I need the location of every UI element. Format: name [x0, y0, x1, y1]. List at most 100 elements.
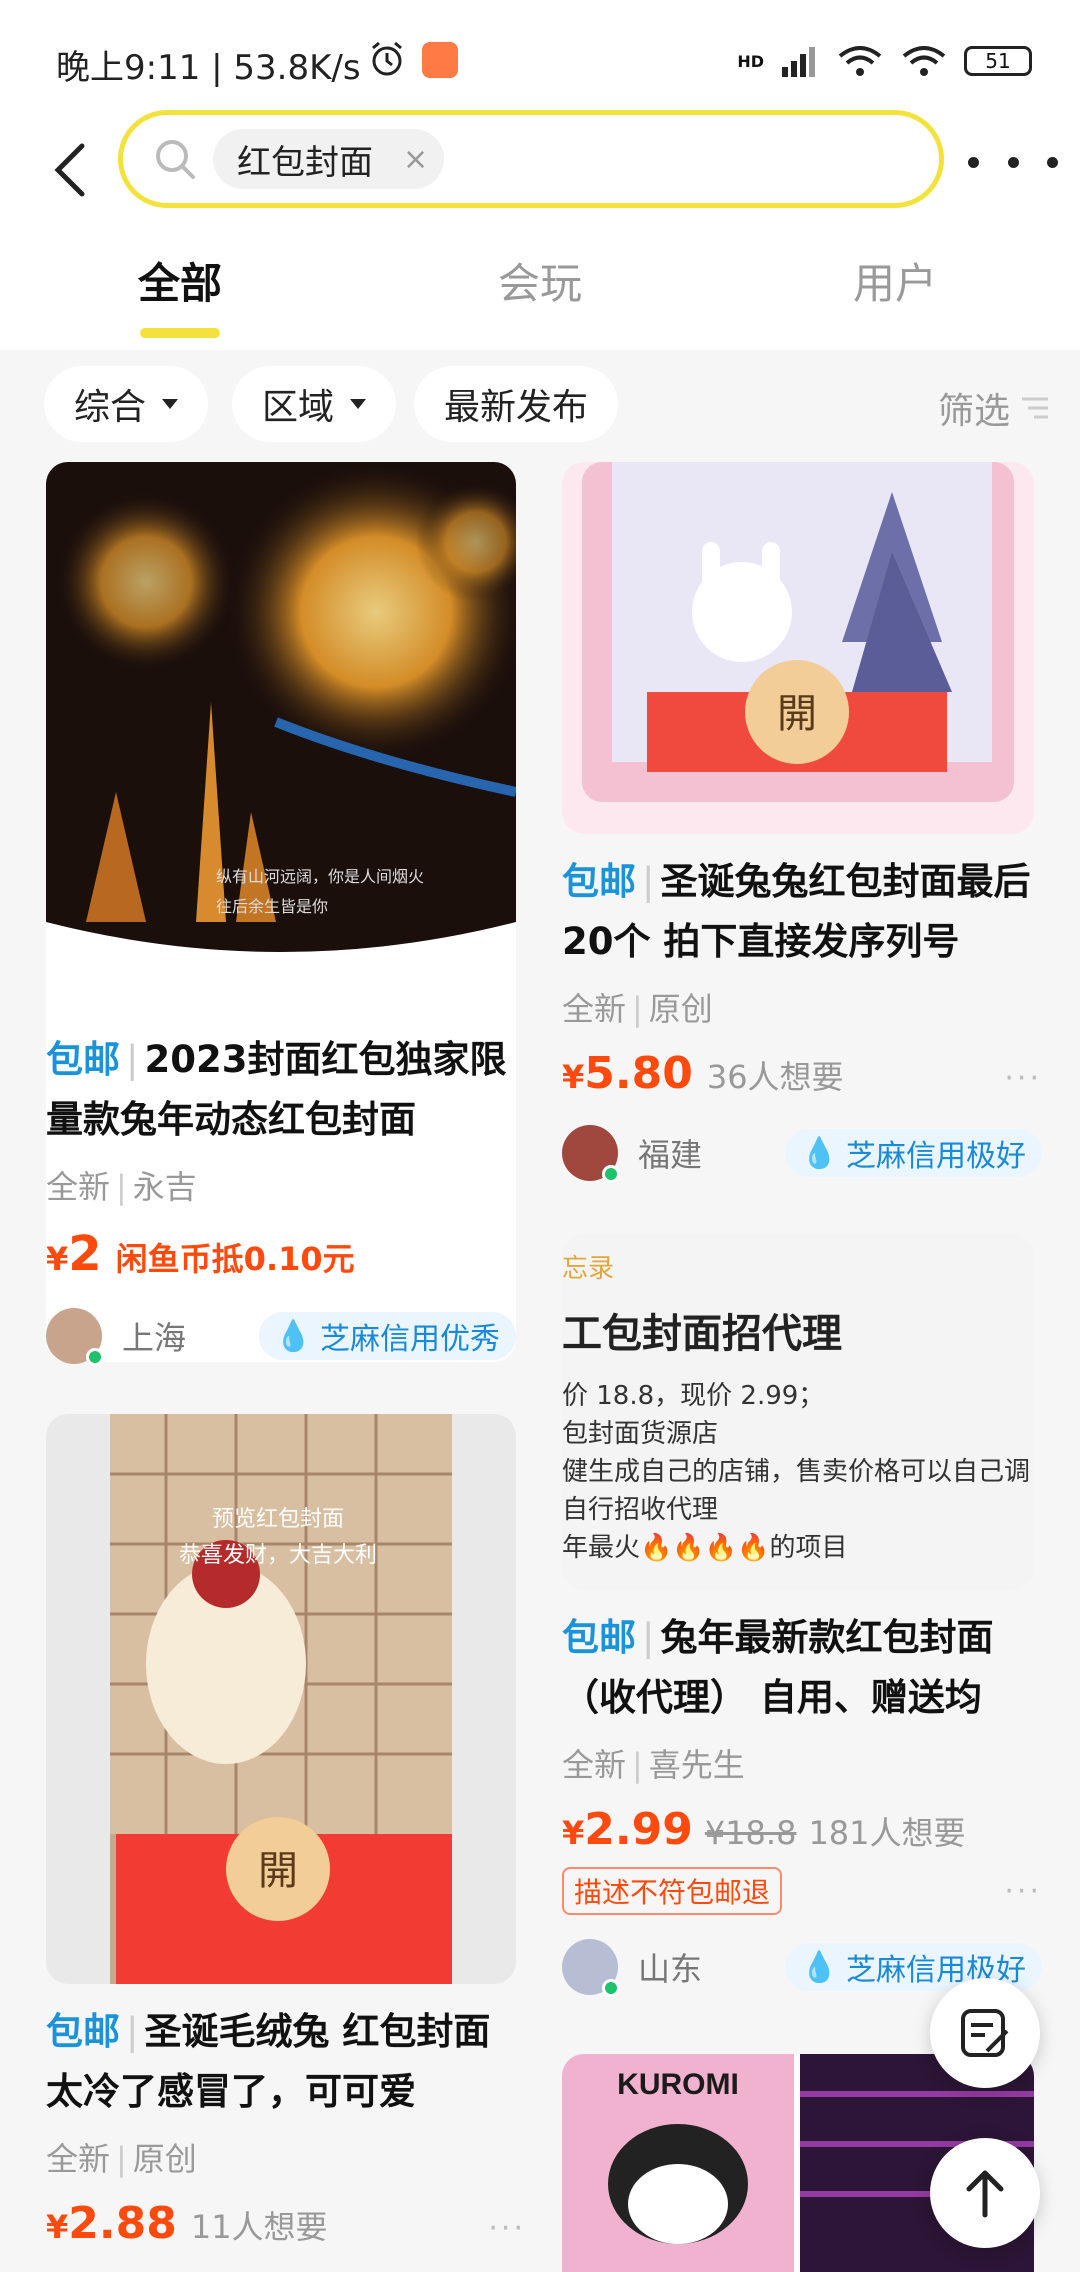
avatar — [562, 1125, 620, 1183]
product-meta: 全新 | 永吉 — [46, 1168, 197, 1206]
product-card[interactable]: 開 预览红包封面 恭喜发财，大吉大利 — [46, 1414, 516, 1984]
search-query-chip[interactable]: 红包封面 × — [213, 129, 445, 189]
guarantee-tag: 描述不符包邮退 — [562, 1867, 783, 1915]
filter-label: 区域 — [262, 387, 335, 428]
product-image: 忘录 工包封面招代理 价 18.8，现价 2.99； 包封面货源店 健生成自己的… — [562, 1234, 1034, 1590]
alarm-icon — [368, 40, 406, 82]
currency: ¥ — [562, 1814, 585, 1852]
seller[interactable]: 福建 — [562, 1125, 702, 1183]
online-indicator — [602, 1979, 620, 1997]
product-info: 包邮 | 兔年最新款红包封面（收代理） 自用、赠送均 全新 | 喜先生 ¥2.99 ¥1… — [562, 1608, 1042, 1997]
more-options-button[interactable] — [968, 142, 1058, 182]
filter-region[interactable]: 区域 — [232, 366, 397, 442]
more-icon[interactable]: ··· — [1004, 1061, 1042, 1096]
chevron-left-icon — [54, 143, 85, 197]
status-time: 晚上9:11 | 53.8K/s — [56, 48, 361, 88]
tab-all[interactable]: 全部 — [80, 250, 280, 338]
price-value: 5.80 — [584, 1048, 693, 1099]
status-indicators: HD 51 — [737, 44, 1032, 78]
filter-screen-button[interactable]: 筛选 — [938, 382, 1050, 434]
image-text: 自行招收代理 — [562, 1495, 719, 1525]
wifi-icon-2 — [902, 46, 946, 76]
wants-count: 36人想要 — [706, 1058, 844, 1096]
price-row: ¥5.80 36人想要 ··· — [562, 1048, 1042, 1099]
product-card[interactable]: 開 — [562, 462, 1034, 834]
meta-sub: 永吉 — [132, 1168, 197, 1206]
tab-label: 用户 — [852, 259, 937, 308]
status-bar: 晚上9:11 | 53.8K/s HD 51 — [0, 0, 1080, 110]
dot — [1007, 156, 1019, 168]
wants-count: 181人想要 — [808, 1814, 966, 1852]
product-title[interactable]: 包邮 | 2023封面红包独家限量款兔年动态红包封面 — [46, 1030, 516, 1150]
preview-text: 预览红包封面 — [212, 1506, 344, 1531]
image-text: 健生成自己的店铺，售卖价格可以自己调 — [562, 1457, 1031, 1487]
product-image: 開 预览红包封面 恭喜发财，大吉大利 — [46, 1414, 516, 1984]
app-notification-icon — [422, 42, 458, 78]
edit-note-button[interactable] — [930, 1978, 1040, 2088]
product-title[interactable]: 包邮 | 圣诞毛绒兔 红包封面 太冷了感冒了，可可爱 — [46, 2002, 526, 2122]
product-info: 包邮 | 圣诞兔兔红包封面最后20个 拍下直接发序列号 全新 | 原创 ¥5.80 36… — [562, 852, 1042, 1183]
condition: 全新 — [46, 2140, 111, 2178]
back-button[interactable] — [40, 130, 100, 210]
price-row: ¥2 闲鱼币抵0.10元 — [46, 1226, 516, 1282]
filter-sort[interactable]: 综合 — [44, 366, 209, 442]
image-caption: 往后余生皆是你 — [216, 897, 328, 916]
seller-row: 上海 💧 芝麻信用优秀 — [46, 1308, 516, 1366]
clear-query-icon[interactable]: × — [403, 142, 428, 177]
filter-newest[interactable]: 最新发布 — [414, 366, 619, 442]
image-text: 工包封面招代理 — [562, 1311, 842, 1357]
back-to-top-button[interactable] — [930, 2138, 1040, 2248]
tab-users[interactable]: 用户 — [795, 250, 995, 311]
coin-discount: 闲鱼币抵0.10元 — [115, 1240, 355, 1278]
filter-label: 最新发布 — [444, 387, 589, 428]
caret-down-icon — [162, 399, 179, 409]
product-meta: 全新 | 原创 — [562, 990, 713, 1028]
currency: ¥ — [46, 2208, 69, 2246]
more-icon[interactable]: ··· — [488, 2211, 526, 2246]
product-meta: 全新 | 原创 — [46, 2140, 197, 2178]
product-title[interactable]: 包邮 | 兔年最新款红包封面（收代理） 自用、赠送均 — [562, 1608, 1042, 1728]
image-text: 价 18.8，现价 2.99； — [562, 1381, 825, 1411]
image-text: 年最火🔥🔥🔥🔥的项目 — [562, 1533, 848, 1563]
more-icon[interactable]: ··· — [1004, 1874, 1042, 1909]
bunny-christmas-image: 開 — [582, 462, 1014, 802]
image-text: 包封面货源店 — [562, 1419, 719, 1449]
seller-row: 福建 💧 芝麻信用极好 — [562, 1125, 1042, 1183]
credit-badge: 💧 芝麻信用优秀 — [258, 1312, 516, 1360]
product-info: 包邮 | 2023封面红包独家限量款兔年动态红包封面 全新 | 永吉 ¥2 闲鱼币抵0.… — [46, 1030, 516, 1366]
condition: 全新 — [562, 990, 627, 1028]
product-title[interactable]: 包邮 | 圣诞兔兔红包封面最后20个 拍下直接发序列号 — [562, 852, 1042, 972]
fireworks-image: 纵有山河远阔，你是人间烟火 往后余生皆是你 — [46, 462, 516, 952]
product-card[interactable]: 忘录 工包封面招代理 价 18.8，现价 2.99； 包封面货源店 健生成自己的… — [562, 1234, 1034, 1590]
hd-label: HD — [737, 51, 764, 71]
tab-play[interactable]: 会玩 — [440, 250, 640, 311]
note-edit-icon — [961, 2009, 1009, 2057]
price: ¥2 — [46, 1226, 102, 1282]
sesame-credit-icon: 💧 — [800, 1949, 838, 1985]
dot — [968, 156, 979, 168]
seller[interactable]: 山东 — [562, 1939, 703, 1997]
currency: ¥ — [46, 1240, 69, 1278]
caret-down-icon — [350, 399, 367, 409]
sesame-credit-icon: 💧 — [274, 1318, 312, 1354]
credit-text: 芝麻信用极好 — [846, 1139, 1026, 1174]
seller-location: 上海 — [122, 1319, 187, 1357]
price-row: ¥2.99 ¥18.8 181人想要 — [562, 1804, 1042, 1855]
tab-label: 会玩 — [497, 259, 582, 308]
product-image: 開 — [562, 462, 1034, 834]
avatar — [562, 1939, 620, 1997]
product-image: 纵有山河远阔，你是人间烟火 往后余生皆是你 — [46, 462, 516, 1010]
price-row: ¥2.88 11人想要 ··· — [46, 2198, 526, 2249]
meta-sub: 原创 — [132, 2140, 197, 2178]
free-shipping-badge: 包邮 — [46, 2010, 120, 2053]
seller[interactable]: 上海 — [46, 1308, 187, 1366]
tag-row: 描述不符包邮退 ··· — [562, 1867, 1042, 1915]
search-input[interactable]: 红包封面 × — [118, 110, 944, 208]
online-indicator — [602, 1165, 620, 1183]
seller-location: 山东 — [638, 1950, 703, 1988]
wifi-icon — [838, 46, 882, 76]
wants-count: 11人想要 — [190, 2208, 328, 2246]
product-info: 包邮 | 圣诞毛绒兔 红包封面 太冷了感冒了，可可爱 全新 | 原创 ¥2.88 11人… — [46, 2002, 526, 2249]
tab-label: 全部 — [137, 259, 222, 308]
greeting-text: 恭喜发财，大吉大利 — [179, 1542, 377, 1567]
